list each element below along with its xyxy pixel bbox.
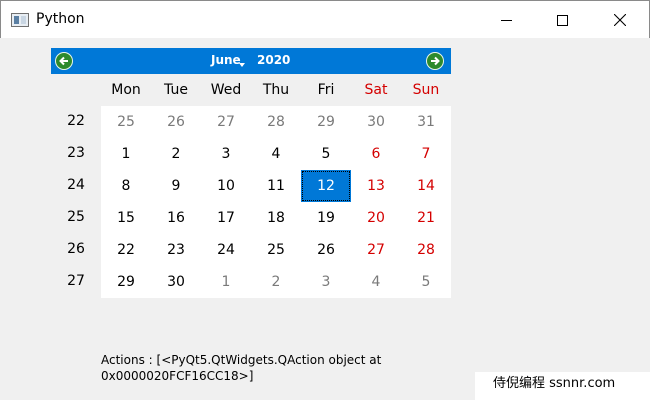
day-cell[interactable]: 31 (401, 106, 451, 138)
window-title: Python (36, 11, 85, 27)
day-cell[interactable]: 19 (301, 202, 351, 234)
maximize-icon (556, 14, 568, 26)
year-selector[interactable]: 2020 (257, 53, 290, 67)
day-cell[interactable]: 30 (351, 106, 401, 138)
minimize-button[interactable] (483, 1, 529, 39)
day-cell[interactable]: 4 (251, 138, 301, 170)
close-button[interactable] (597, 1, 643, 39)
day-cell[interactable]: 2 (251, 266, 301, 298)
day-cell[interactable]: 29 (101, 266, 151, 298)
prev-month-button[interactable] (55, 52, 73, 70)
week-number: 25 (67, 209, 85, 225)
day-cell[interactable]: 24 (201, 234, 251, 266)
actions-label: Actions : [<PyQt5.QtWidgets.QAction obje… (101, 352, 401, 384)
day-cell[interactable]: 1 (201, 266, 251, 298)
day-cell[interactable]: 27 (201, 106, 251, 138)
day-cell[interactable]: 18 (251, 202, 301, 234)
week-number: 22 (67, 113, 85, 129)
day-cell[interactable]: 14 (401, 170, 451, 202)
day-cell[interactable]: 3 (301, 266, 351, 298)
day-cell[interactable]: 13 (351, 170, 401, 202)
day-cell[interactable]: 28 (251, 106, 301, 138)
actions-line-1: Actions : [<PyQt5.QtWidgets.QAction obje… (101, 353, 382, 367)
day-cell[interactable]: 26 (151, 106, 201, 138)
day-cell[interactable]: 21 (401, 202, 451, 234)
day-header-tue: Tue (164, 82, 188, 98)
month-selector[interactable]: June (211, 53, 241, 67)
day-header-mon: Mon (111, 82, 141, 98)
watermark: 侍倪编程 ssnnr.com (475, 372, 650, 400)
week-number: 26 (67, 241, 85, 257)
day-cell[interactable]: 2 (151, 138, 201, 170)
day-cell[interactable]: 11 (251, 170, 301, 202)
day-cell[interactable]: 29 (301, 106, 351, 138)
day-cell[interactable]: 22 (101, 234, 151, 266)
day-header-thu: Thu (262, 82, 290, 98)
day-cell[interactable]: 16 (151, 202, 201, 234)
day-cell[interactable]: 23 (151, 234, 201, 266)
week-number: 27 (67, 273, 85, 289)
calendar-navigation-bar: June 2020 (51, 48, 451, 74)
day-cell[interactable]: 10 (201, 170, 251, 202)
day-cell[interactable]: 30 (151, 266, 201, 298)
left-arrow-icon (59, 56, 68, 66)
day-cell[interactable]: 12 (301, 170, 351, 202)
right-arrow-icon (431, 56, 440, 66)
maximize-button[interactable] (539, 1, 585, 39)
day-cell[interactable]: 27 (351, 234, 401, 266)
title-bar: Python (0, 0, 650, 38)
day-header-sun: Sun (412, 82, 440, 98)
day-header-sat: Sat (364, 82, 388, 98)
day-cell[interactable]: 5 (301, 138, 351, 170)
day-cell[interactable]: 7 (401, 138, 451, 170)
day-cell[interactable]: 25 (101, 106, 151, 138)
actions-line-2: 0x0000020FCF16CC18>] (101, 369, 254, 383)
day-cell[interactable]: 28 (401, 234, 451, 266)
close-icon (614, 14, 626, 26)
month-dropdown-icon (239, 63, 245, 67)
day-cell[interactable]: 17 (201, 202, 251, 234)
week-number: 24 (67, 177, 85, 193)
day-cell[interactable]: 3 (201, 138, 251, 170)
day-cell[interactable]: 4 (351, 266, 401, 298)
day-cell[interactable]: 1 (101, 138, 151, 170)
day-cell[interactable]: 8 (101, 170, 151, 202)
day-cell[interactable]: 25 (251, 234, 301, 266)
day-cell[interactable]: 5 (401, 266, 451, 298)
minimize-icon (500, 19, 512, 21)
day-cell[interactable]: 6 (351, 138, 401, 170)
day-header-wed: Wed (210, 82, 242, 98)
day-cell[interactable]: 26 (301, 234, 351, 266)
day-cell[interactable]: 15 (101, 202, 151, 234)
day-cell[interactable]: 9 (151, 170, 201, 202)
app-window-icon (11, 13, 29, 27)
day-header-fri: Fri (317, 82, 335, 98)
week-number: 23 (67, 145, 85, 161)
day-cell[interactable]: 20 (351, 202, 401, 234)
next-month-button[interactable] (426, 52, 444, 70)
